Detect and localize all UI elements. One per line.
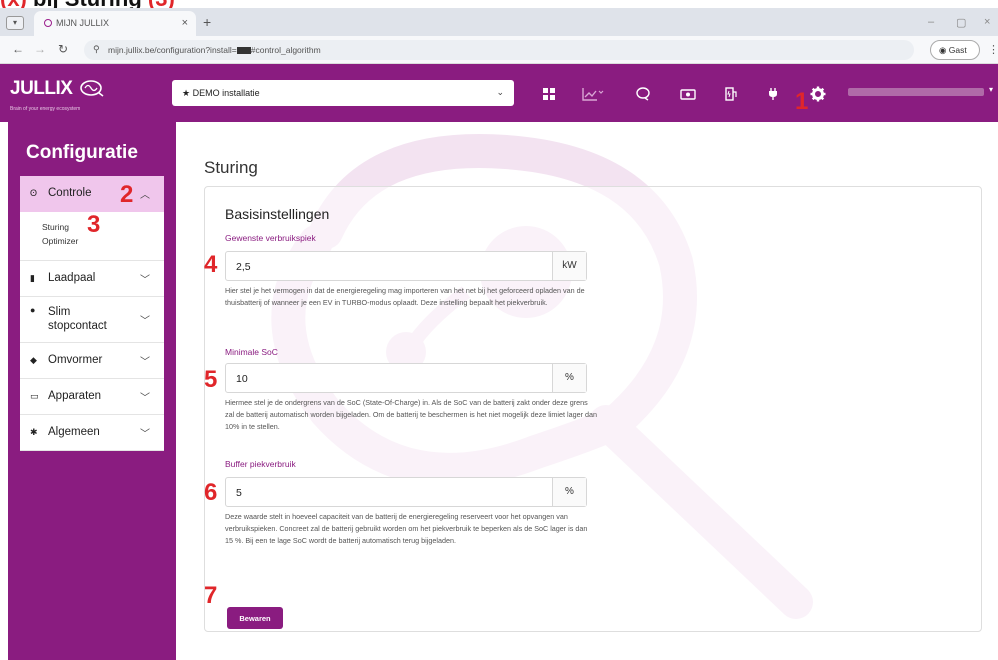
- new-tab-icon[interactable]: +: [203, 14, 211, 30]
- minimale-soc-input[interactable]: 10 %: [225, 363, 587, 393]
- sidebar-title: Configuratie: [26, 142, 138, 163]
- instruction-caption: (x) bij Sturing (3): [0, 0, 175, 11]
- annotation-marker-6: 6: [204, 479, 218, 506]
- address-bar[interactable]: ⚲ mijn.jullix.be/configuration?install= #…: [84, 40, 914, 60]
- buffer-piekverbruik-input[interactable]: 5 %: [225, 477, 587, 507]
- browser-tab[interactable]: MIJN JULLIX ×: [34, 11, 196, 36]
- guest-profile-button[interactable]: ◉ Gast: [930, 40, 980, 60]
- verbruikspiek-input[interactable]: 2,5 kW: [225, 251, 587, 281]
- installation-label: ★ DEMO installatie: [182, 88, 260, 98]
- reload-icon[interactable]: ↻: [58, 42, 68, 56]
- sidebar-item-label: Controle: [48, 187, 92, 199]
- field-label-buffer-piekverbruik: Buffer piekverbruik: [225, 459, 296, 469]
- field-label-minimale-soc: Minimale SoC: [225, 347, 278, 357]
- chevron-down-icon: ﹀: [140, 275, 150, 286]
- favicon-icon: [44, 19, 52, 27]
- maximize-icon[interactable]: ▢: [956, 16, 966, 29]
- minimize-icon[interactable]: –: [928, 16, 934, 28]
- submenu-item-optimizer[interactable]: Optimizer: [42, 236, 164, 250]
- sidebar-item-label: Omvormer: [48, 354, 103, 366]
- back-icon[interactable]: ←: [12, 42, 24, 56]
- logo-tagline: Brain of your energy ecosystem: [10, 106, 81, 112]
- annotation-marker-4: 4: [204, 251, 218, 278]
- devices-icon: ▭: [30, 391, 39, 401]
- chevron-down-icon: ﹀: [140, 393, 150, 404]
- site-info-icon[interactable]: ⚲: [93, 44, 100, 55]
- annotation-marker-3: 3: [87, 211, 101, 238]
- jullix-logo[interactable]: JULLIX: [10, 78, 105, 100]
- settings-card: Basisinstellingen Gewenste verbruikspiek…: [204, 186, 982, 632]
- browser-tabstrip: ▾ MIJN JULLIX × + – ▢ ×: [0, 8, 998, 36]
- gear-icon: ✱: [30, 427, 38, 437]
- user-menu[interactable]: ▾: [848, 85, 993, 96]
- forward-icon[interactable]: →: [34, 42, 46, 56]
- input-value: 10: [236, 373, 248, 385]
- annotation-marker-7: 7: [204, 582, 218, 609]
- close-window-icon[interactable]: ×: [984, 16, 990, 28]
- unit-label: %: [552, 364, 586, 392]
- guest-label: Gast: [948, 45, 967, 55]
- battery-icon[interactable]: [680, 87, 696, 101]
- sidebar: Configuratie ʘ Controle ︿ Sturing Optimiz…: [8, 122, 176, 660]
- annotation-marker-2: 2: [120, 181, 134, 208]
- sidebar-item-label: Laadpaal: [48, 272, 96, 284]
- sidebar-item-label: Apparaten: [48, 390, 102, 402]
- chevron-down-icon: ﹀: [140, 357, 150, 368]
- plug-icon[interactable]: [766, 87, 780, 101]
- close-tab-icon[interactable]: ×: [182, 17, 188, 29]
- tab-search-icon[interactable]: ▾: [6, 16, 24, 30]
- browser-menu-icon[interactable]: ⋮: [988, 43, 998, 56]
- unit-label: %: [552, 478, 586, 506]
- sidebar-item-label: Algemeen: [48, 426, 100, 438]
- sidebar-item-slim-stopcontact[interactable]: ● Slim stopcontact ﹀: [20, 297, 164, 343]
- chevron-down-icon: ﹀: [140, 429, 150, 440]
- redacted-id: [236, 47, 251, 54]
- help-text-buffer-piekverbruik: Deze waarde stelt in hoeveel capaciteit …: [225, 512, 588, 545]
- sidebar-item-laadpaal[interactable]: ▮ Laadpaal ﹀: [20, 261, 164, 297]
- sidebar-item-label: Slim stopcontact: [48, 306, 107, 332]
- chevron-down-icon: ⌄: [496, 87, 504, 97]
- installation-select[interactable]: ★ DEMO installatie ⌄: [172, 80, 514, 106]
- charger-icon: ▮: [30, 273, 35, 283]
- brain-logo-icon: [80, 80, 104, 97]
- sidebar-item-apparaten[interactable]: ▭ Apparaten ﹀: [20, 379, 164, 415]
- sidebar-item-omvormer[interactable]: ◆ Omvormer ﹀: [20, 343, 164, 379]
- unit-label: kW: [552, 252, 586, 280]
- gear-icon[interactable]: [810, 86, 826, 102]
- inverter-icon: ◆: [30, 355, 37, 365]
- chevron-down-icon: ﹀: [140, 316, 150, 327]
- url-end: #control_algorithm: [250, 45, 321, 55]
- help-text-minimale-soc: Hiermee stel je de ondergrens van de SoC…: [225, 398, 597, 431]
- annotation-marker-5: 5: [204, 366, 218, 393]
- brain-icon: ʘ: [30, 188, 38, 198]
- browser-navbar: ← → ↻ ⚲ mijn.jullix.be/configuration?ins…: [0, 36, 998, 64]
- card-title: Basisinstellingen: [225, 206, 330, 222]
- tab-title: MIJN JULLIX: [56, 18, 110, 28]
- brain-icon[interactable]: [636, 87, 650, 101]
- field-label-verbruikspiek: Gewenste verbruikspiek: [225, 233, 316, 243]
- chevron-up-icon: ︿: [140, 190, 150, 201]
- url-start: mijn.jullix.be/configuration?install=: [108, 45, 237, 55]
- input-value: 5: [236, 487, 242, 499]
- annotation-marker-1: 1: [795, 88, 809, 115]
- page-title: Sturing: [204, 158, 258, 177]
- app-header: JULLIX Brain of your energy ecosystem ★ …: [0, 64, 998, 122]
- input-value: 2,5: [236, 261, 251, 273]
- save-button[interactable]: Bewaren: [227, 607, 283, 629]
- dashboard-icon[interactable]: [542, 87, 556, 101]
- chevron-down-icon: ▾: [988, 85, 993, 94]
- chart-icon[interactable]: [582, 87, 604, 101]
- sidebar-item-algemeen[interactable]: ✱ Algemeen ﹀: [20, 415, 164, 451]
- plug-icon: ●: [30, 305, 36, 315]
- sidebar-item-controle[interactable]: ʘ Controle ︿: [20, 176, 164, 212]
- charger-icon[interactable]: [724, 87, 738, 101]
- submenu-item-sturing[interactable]: Sturing: [42, 222, 164, 236]
- help-text-verbruikspiek: Hier stel je het vermogen in dat de ener…: [225, 286, 585, 307]
- main-content: Sturing Basisinstellingen Gewenste verbr…: [176, 122, 998, 660]
